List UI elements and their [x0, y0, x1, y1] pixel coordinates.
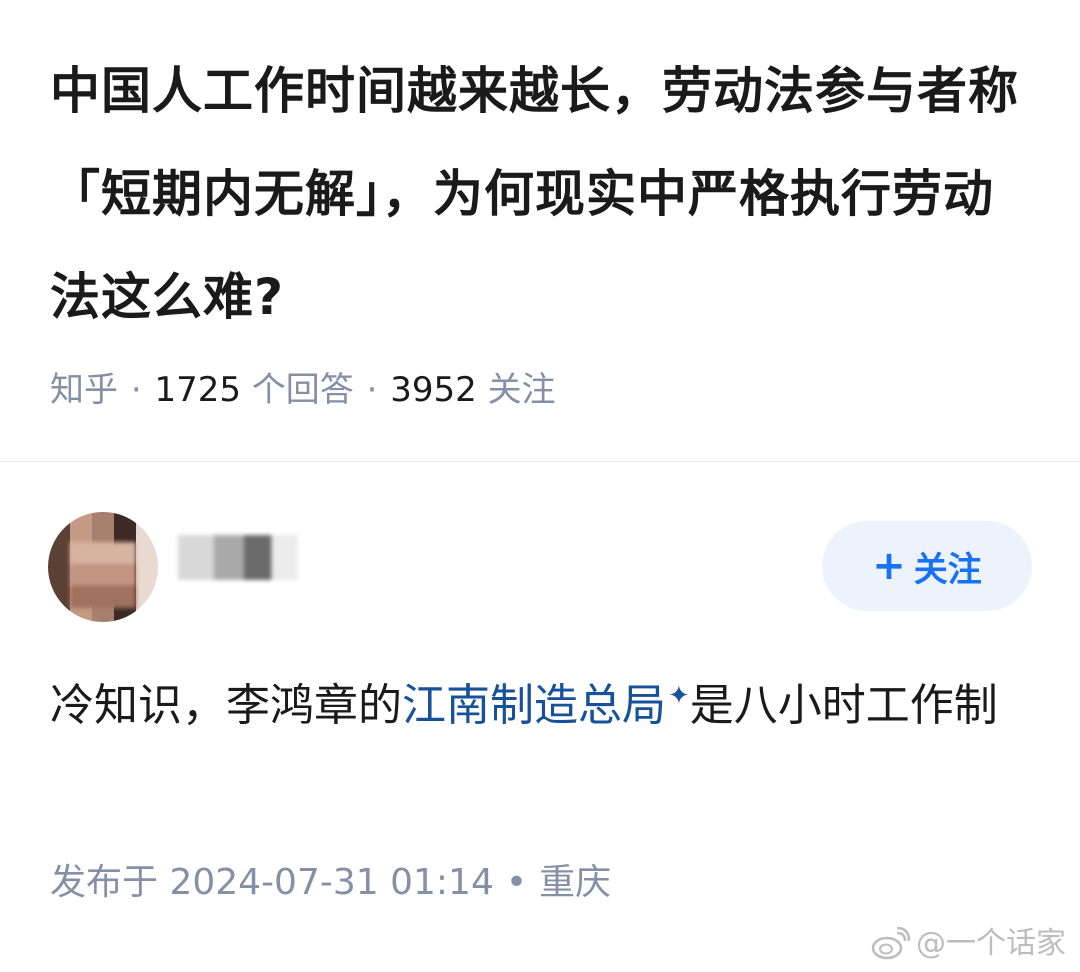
weibo-icon [871, 927, 910, 960]
author-name-blurred[interactable] [178, 535, 298, 580]
answer-text-before: 冷知识，李鸿章的 [50, 680, 402, 731]
post-meta: 发布于 2024-07-31 01:14 • 重庆 [50, 855, 611, 911]
watermark-text: @一个话家 [916, 926, 1066, 961]
published-time: 发布于 2024-07-31 01:14 [50, 862, 494, 903]
follow-label: 关注 [913, 549, 982, 590]
answers-count: 1725 [154, 370, 241, 410]
follow-button[interactable]: + 关注 [822, 521, 1032, 611]
plus-icon: + [872, 543, 906, 589]
watermark: @一个话家 [870, 924, 1066, 964]
location-label: 重庆 [539, 862, 612, 903]
followers-label: 关注 [487, 370, 556, 410]
question-card[interactable]: 中国人工作时间越来越长，劳动法参与者称「短期内无解」，为何现实中严格执行劳动法这… [0, 0, 1080, 462]
answer-text-after: 是八小时工作制 [689, 680, 998, 731]
avatar[interactable] [48, 512, 158, 622]
answers-label: 个回答 [251, 370, 354, 410]
question-meta: 知乎 · 1725 个回答 · 3952 关注 [50, 365, 556, 415]
answer-link[interactable]: 江南制造总局 [402, 680, 666, 731]
question-title[interactable]: 中国人工作时间越来越长，劳动法参与者称「短期内无解」，为何现实中严格执行劳动法这… [50, 40, 1030, 349]
sparkle-icon: ✦ [668, 681, 690, 711]
separator-dot: • [505, 862, 528, 903]
avatar-image-blurred [70, 542, 136, 608]
separator: · [130, 370, 153, 410]
separator: · [366, 370, 389, 410]
answer-text[interactable]: 冷知识，李鸿章的江南制造总局✦是八小时工作制 [50, 656, 1030, 746]
followers-count: 3952 [390, 370, 477, 410]
source-label: 知乎 [50, 370, 118, 410]
